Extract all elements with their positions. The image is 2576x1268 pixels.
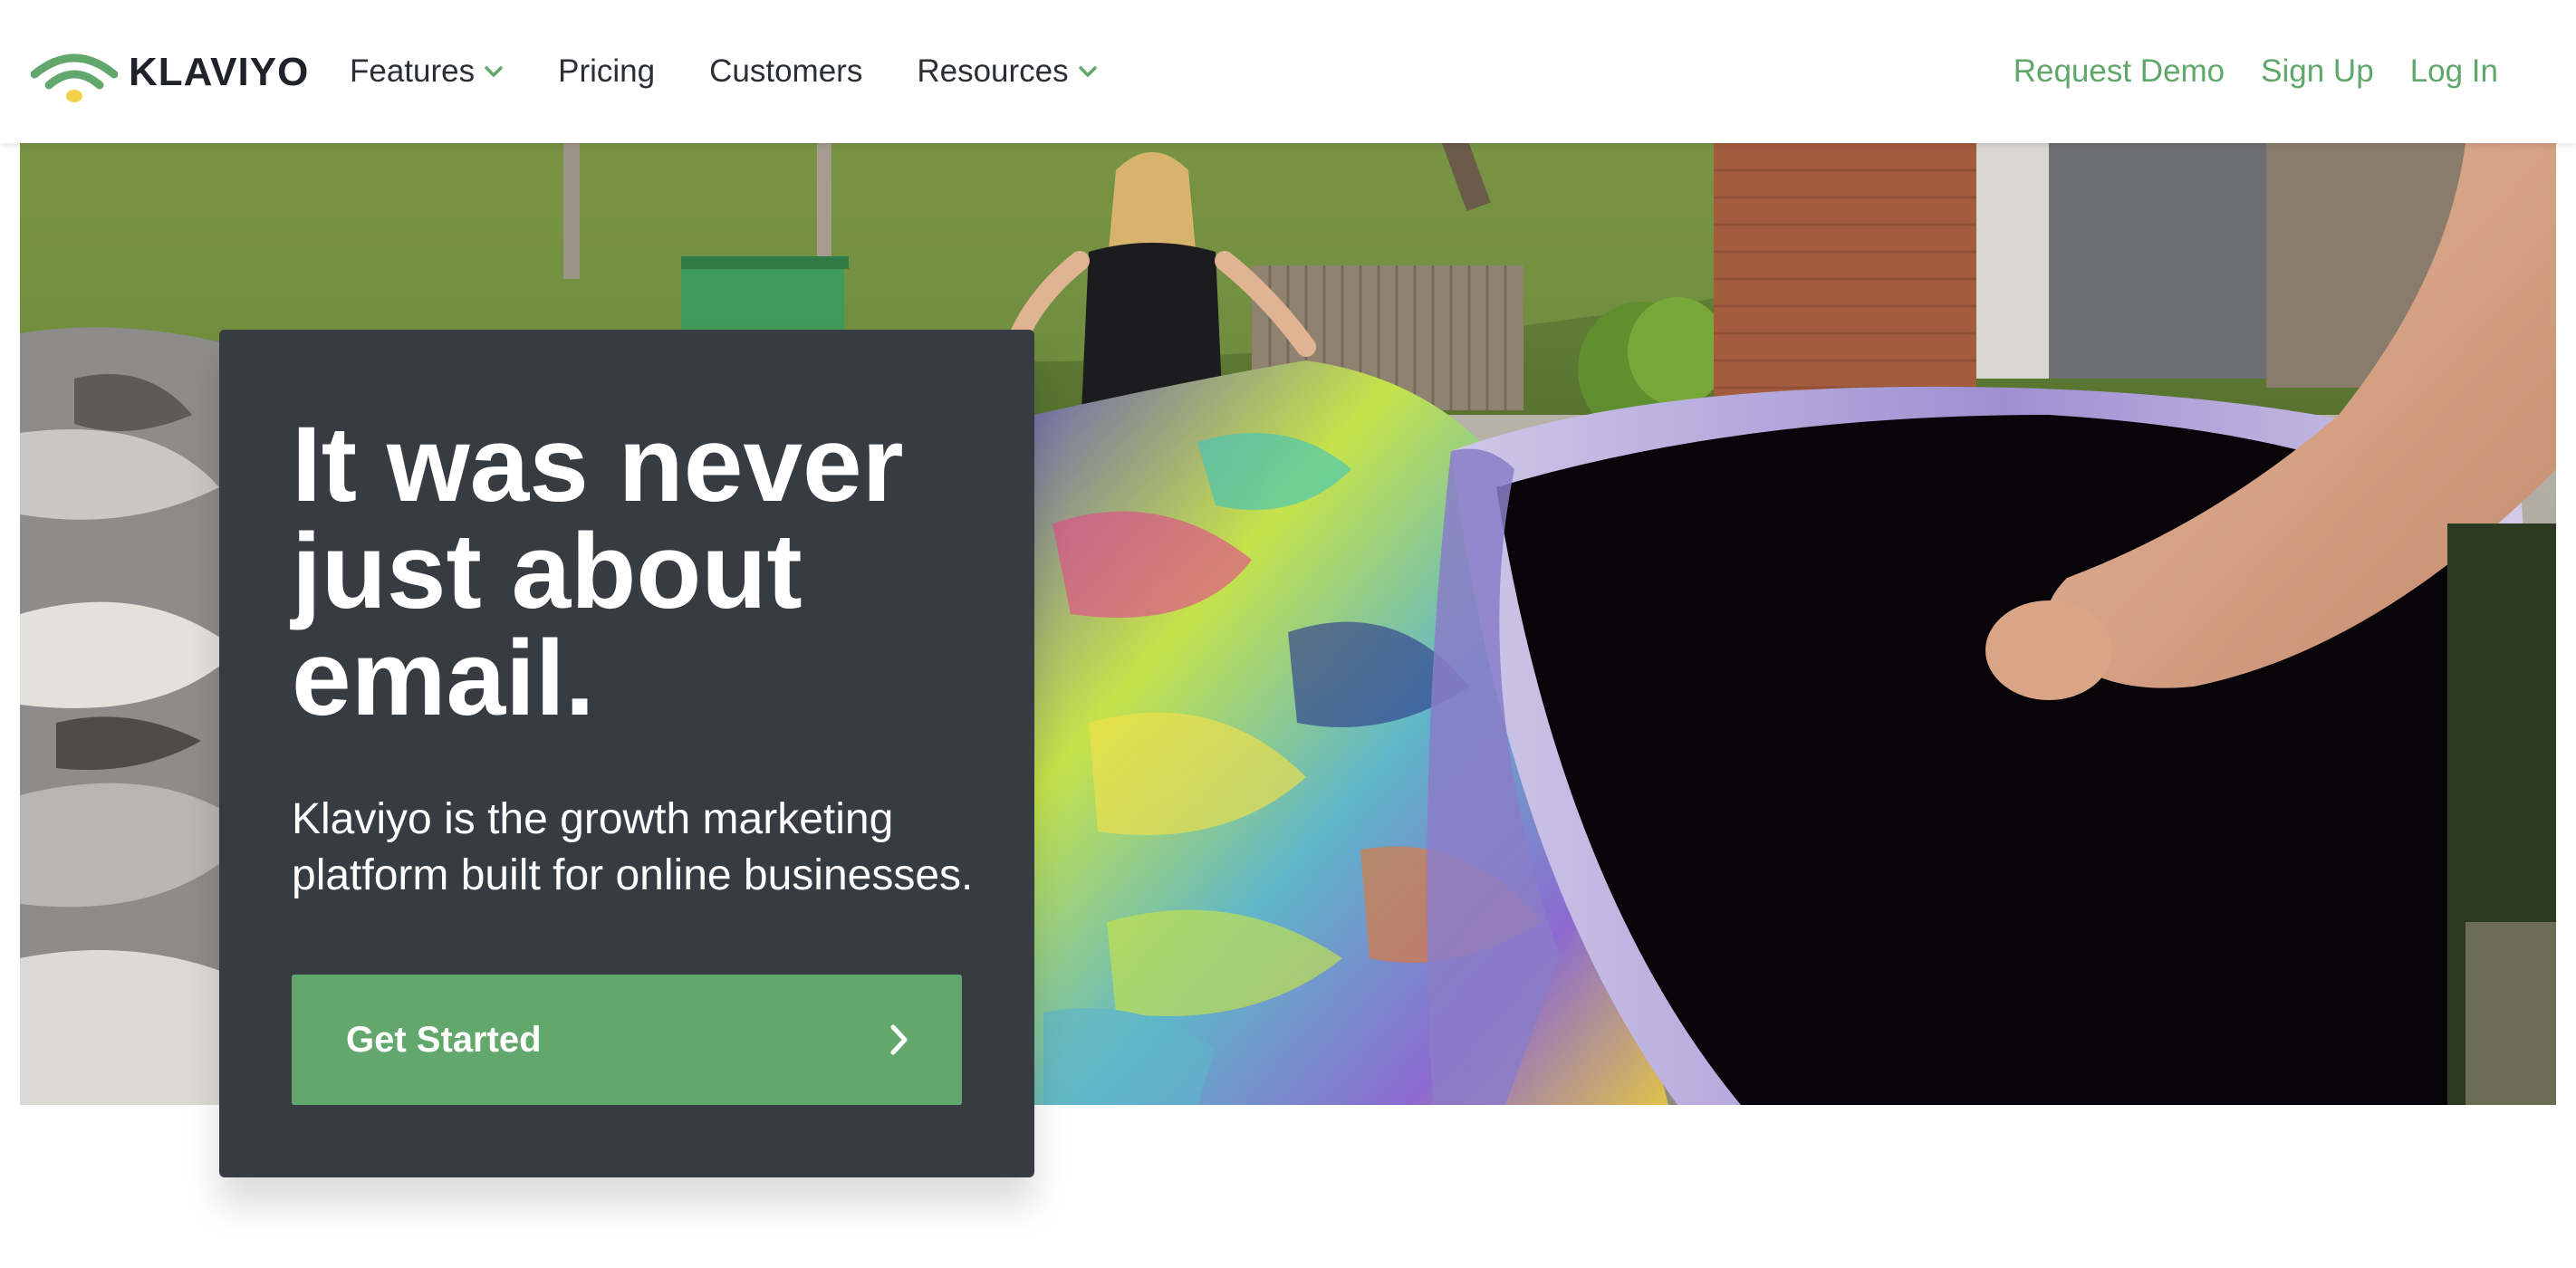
nav-pricing[interactable]: Pricing bbox=[558, 53, 655, 90]
hero-title: It was never just about email. bbox=[292, 411, 980, 732]
hero-title-line: just about bbox=[292, 512, 803, 631]
nav-resources[interactable]: Resources bbox=[917, 53, 1097, 90]
chevron-down-icon bbox=[1078, 66, 1097, 77]
nav-features[interactable]: Features bbox=[350, 53, 504, 90]
log-in-link[interactable]: Log In bbox=[2410, 53, 2498, 90]
get-started-button[interactable]: Get Started bbox=[292, 975, 962, 1105]
hero-subtitle-line: platform built for online businesses. bbox=[292, 851, 974, 899]
hero-title-line: email. bbox=[292, 619, 595, 738]
nav-customers-label: Customers bbox=[709, 53, 863, 89]
site-header: KLAVIYO Features Pricing Customers Resou… bbox=[0, 0, 2576, 143]
klaviyo-logo[interactable]: KLAVIYO bbox=[31, 40, 309, 105]
nav-pricing-label: Pricing bbox=[558, 53, 656, 89]
sign-up-link[interactable]: Sign Up bbox=[2261, 53, 2374, 90]
hero-card: It was never just about email. Klaviyo i… bbox=[219, 330, 1034, 1177]
logo-wordmark: KLAVIYO bbox=[129, 50, 310, 94]
chevron-right-icon bbox=[890, 1024, 908, 1055]
nav-customers[interactable]: Customers bbox=[709, 53, 862, 90]
chevron-down-icon bbox=[485, 66, 503, 77]
get-started-label: Get Started bbox=[346, 1019, 542, 1060]
hero-subtitle: Klaviyo is the growth marketing platform… bbox=[292, 792, 980, 904]
hero-subtitle-line: Klaviyo is the growth marketing bbox=[292, 795, 894, 843]
account-nav: Request Demo Sign Up Log In bbox=[1977, 0, 2498, 143]
hero-title-line: It was never bbox=[292, 405, 904, 524]
wifi-arc-logo-icon bbox=[31, 53, 118, 102]
nav-features-label: Features bbox=[350, 53, 476, 89]
main-nav: Features Pricing Customers Resources bbox=[350, 0, 1152, 143]
request-demo-link[interactable]: Request Demo bbox=[2014, 53, 2225, 90]
nav-resources-label: Resources bbox=[917, 53, 1069, 89]
